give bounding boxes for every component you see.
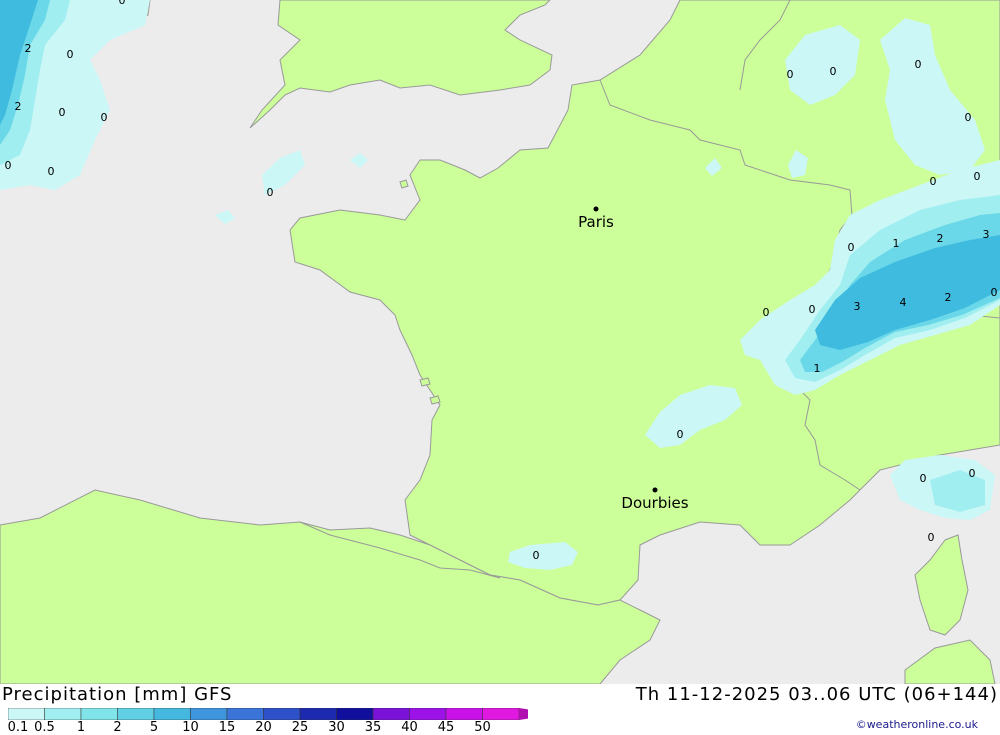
contour-label: 2 bbox=[945, 291, 952, 304]
scale-box bbox=[409, 708, 447, 720]
city-label: Dourbies bbox=[621, 494, 688, 512]
map-title: Precipitation [mm] GFS bbox=[2, 684, 233, 705]
contour-label: 0 bbox=[969, 467, 976, 480]
contour-label: 0 bbox=[5, 159, 12, 172]
scale-box bbox=[482, 708, 520, 720]
contour-label: 2 bbox=[937, 232, 944, 245]
scale-box bbox=[8, 708, 45, 720]
contour-label: 0 bbox=[787, 68, 794, 81]
contour-label: 0 bbox=[533, 549, 540, 562]
map-footer: Precipitation [mm] GFS Th 11-12-2025 03.… bbox=[0, 684, 1000, 735]
scale-box bbox=[445, 708, 483, 720]
contour-label: 0 bbox=[974, 170, 981, 183]
contour-label: 0 bbox=[915, 58, 922, 71]
contour-label: 0 bbox=[991, 286, 998, 299]
scale-arrow bbox=[519, 708, 528, 720]
scale-box bbox=[153, 708, 191, 720]
contour-label: 0 bbox=[101, 111, 108, 124]
scale-box bbox=[190, 708, 228, 720]
scale-box bbox=[80, 708, 118, 720]
island-small bbox=[399, 179, 409, 189]
contour-label: 0 bbox=[267, 186, 274, 199]
scale-box bbox=[44, 708, 82, 720]
contour-label: 1 bbox=[893, 237, 900, 250]
city-label: Paris bbox=[578, 213, 614, 231]
credit-text: ©weatheronline.co.uk bbox=[855, 718, 978, 731]
scale-box bbox=[263, 708, 301, 720]
map-datetime: Th 11-12-2025 03..06 UTC (06+144) bbox=[635, 684, 998, 705]
contour-label: 0 bbox=[67, 48, 74, 61]
scale-box bbox=[336, 708, 374, 720]
scale-box bbox=[299, 708, 337, 720]
contour-label: 0 bbox=[59, 106, 66, 119]
color-scale bbox=[8, 708, 528, 720]
contour-label: 0 bbox=[930, 175, 937, 188]
contour-label: 2 bbox=[25, 42, 32, 55]
island-small bbox=[429, 395, 441, 405]
city-marker bbox=[593, 206, 599, 212]
contour-label: 2 bbox=[15, 100, 22, 113]
scale-box bbox=[372, 708, 410, 720]
contour-label: 0 bbox=[809, 303, 816, 316]
city-marker bbox=[652, 487, 658, 493]
contour-label: 0 bbox=[677, 428, 684, 441]
contour-label: 0 bbox=[830, 65, 837, 78]
contour-label: 0 bbox=[119, 0, 126, 7]
contour-label: 0 bbox=[965, 111, 972, 124]
contour-label: 0 bbox=[48, 165, 55, 178]
contour-label: 3 bbox=[854, 300, 861, 313]
scale-box bbox=[117, 708, 155, 720]
contour-label: 1 bbox=[814, 362, 821, 375]
contour-label: 4 bbox=[900, 296, 907, 309]
scale-box bbox=[226, 708, 264, 720]
contour-label: 0 bbox=[848, 241, 855, 254]
contour-label: 0 bbox=[928, 531, 935, 544]
contour-label: 0 bbox=[763, 306, 770, 319]
contour-label: 3 bbox=[983, 228, 990, 241]
contour-label: 0 bbox=[920, 472, 927, 485]
precipitation-map: 2 0 0 2 0 0 0 0 0 0 0 0 0 0 0 1 2 3 0 0 … bbox=[0, 0, 1000, 685]
island-small bbox=[419, 377, 431, 387]
